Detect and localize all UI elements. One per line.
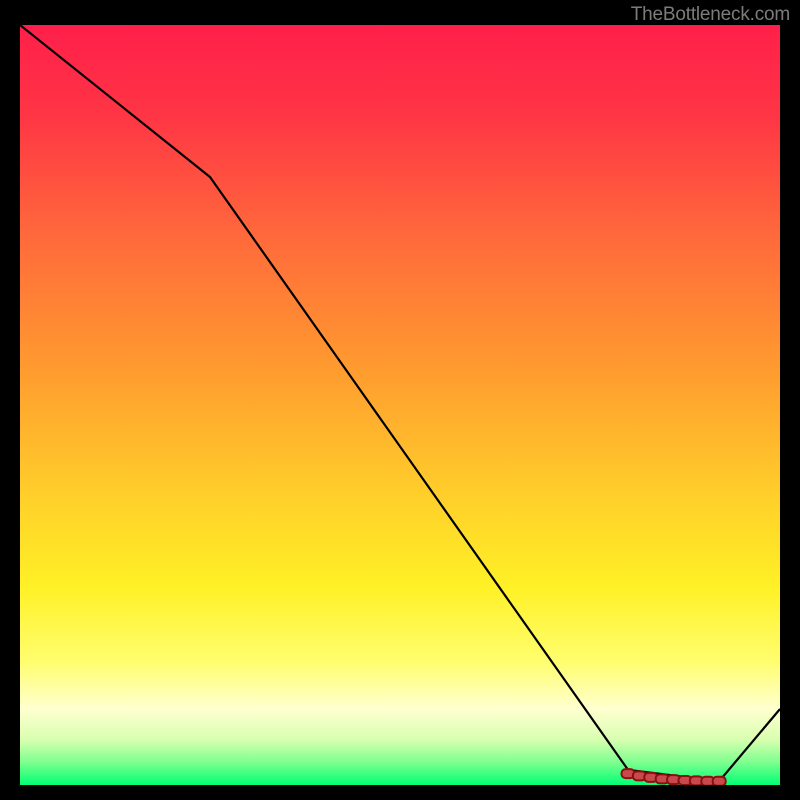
chart-svg [20,25,780,785]
chart-plot [20,25,780,785]
watermark: TheBottleneck.com [631,4,790,26]
data-marker [713,777,726,785]
chart-frame: TheBottleneck.com [0,0,800,800]
watermark-text: TheBottleneck.com [631,4,790,25]
heat-background [20,25,780,785]
